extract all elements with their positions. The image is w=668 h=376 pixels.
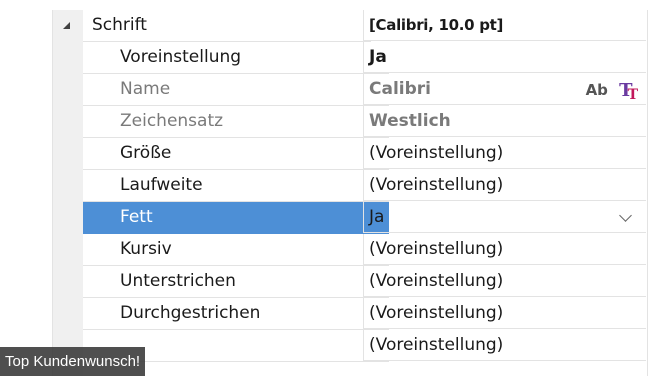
property-value[interactable]: (Voreinstellung)	[363, 138, 646, 169]
property-row-laufweite[interactable]: Laufweite (Voreinstellung)	[53, 170, 647, 202]
property-value[interactable]: Calibri Ab TT	[363, 74, 646, 105]
property-value[interactable]: (Voreinstellung)	[363, 170, 646, 201]
font-sample-text: Ab	[585, 81, 608, 99]
property-label-selected: Fett	[83, 202, 389, 234]
dropdown-value: Ja	[369, 207, 385, 227]
property-row-durchgestrichen[interactable]: Durchgestrichen (Voreinstellung)	[53, 298, 647, 330]
property-value[interactable]: (Voreinstellung)	[363, 234, 646, 265]
property-label: Laufweite	[83, 170, 389, 202]
property-row-groesse[interactable]: Größe (Voreinstellung)	[53, 138, 647, 170]
property-row-name[interactable]: Name Calibri Ab TT	[53, 74, 647, 106]
truetype-icon: TT	[619, 80, 638, 103]
property-label: Zeichensatz	[83, 106, 389, 138]
property-label: Voreinstellung	[83, 42, 389, 74]
property-row-fett[interactable]: Fett Ja	[53, 202, 647, 234]
property-label: Unterstrichen	[83, 266, 389, 298]
property-value[interactable]: Ja	[363, 42, 646, 73]
property-row-zeichensatz[interactable]: Zeichensatz Westlich	[53, 106, 647, 138]
property-value[interactable]: Westlich	[363, 106, 646, 137]
property-label: Name	[83, 74, 389, 106]
category-row-schrift[interactable]: Schrift [Calibri, 10.0 pt]	[53, 10, 647, 42]
property-value[interactable]: (Voreinstellung)	[363, 330, 646, 361]
category-label: Schrift	[83, 10, 371, 42]
property-value-dropdown[interactable]: Ja	[363, 202, 646, 233]
property-value[interactable]: (Voreinstellung)	[363, 298, 646, 329]
collapse-triangle-icon[interactable]	[63, 22, 70, 29]
property-value[interactable]: (Voreinstellung)	[363, 266, 646, 297]
top-feature-banner: Top Kundenwunsch!	[0, 347, 146, 376]
property-row-voreinstellung[interactable]: Voreinstellung Ja	[53, 42, 647, 74]
property-label: Größe	[83, 138, 389, 170]
font-picker-button[interactable]: Ab TT	[586, 74, 638, 105]
property-row-unterstrichen[interactable]: Unterstrichen (Voreinstellung)	[53, 266, 647, 298]
category-value: [Calibri, 10.0 pt]	[363, 10, 646, 41]
chevron-down-icon[interactable]	[619, 209, 632, 222]
font-name-value: Calibri	[369, 79, 431, 99]
property-grid: Schrift [Calibri, 10.0 pt] Voreinstellun…	[52, 10, 648, 376]
property-label: Kursiv	[83, 234, 389, 266]
property-label: Durchgestrichen	[83, 298, 389, 330]
property-row-kursiv[interactable]: Kursiv (Voreinstellung)	[53, 234, 647, 266]
